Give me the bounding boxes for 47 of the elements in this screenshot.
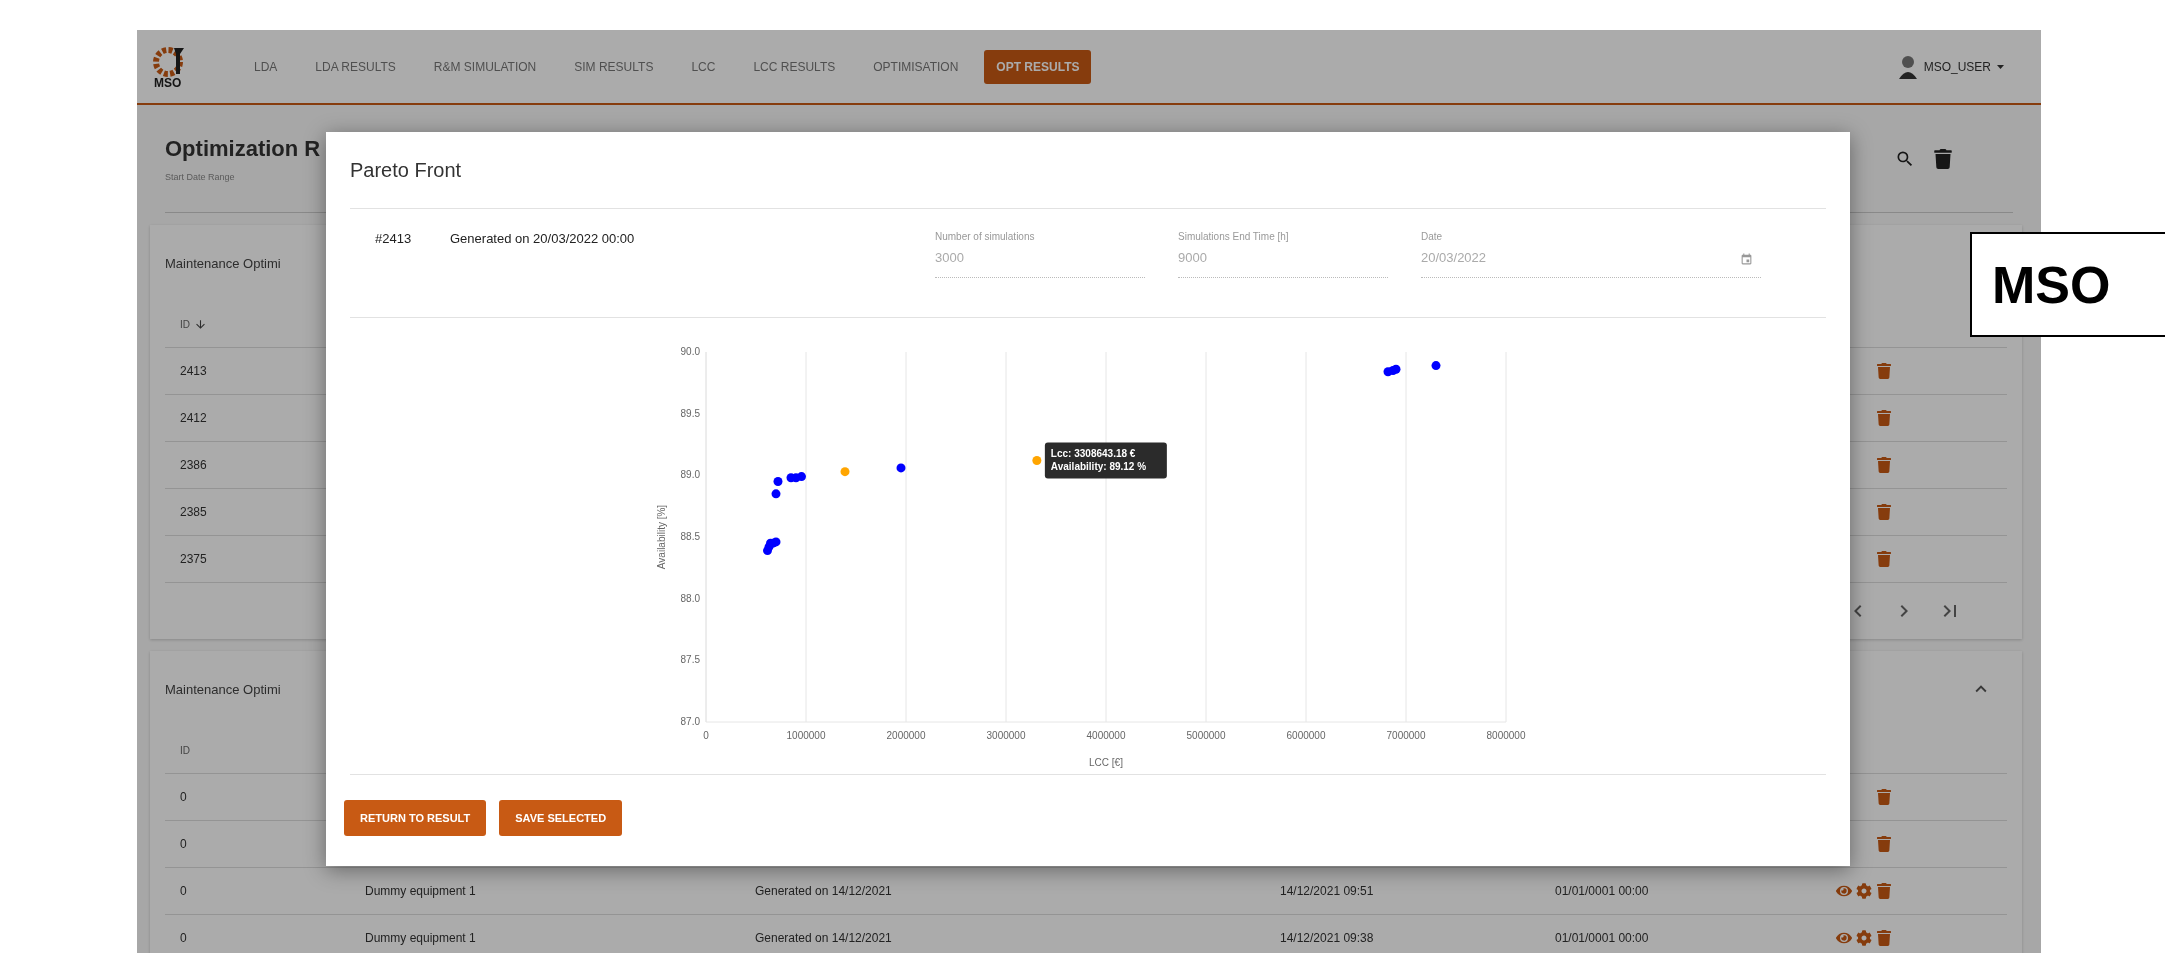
tick-label: 4000000 <box>1086 730 1126 741</box>
page-title: Optimization R <box>165 135 321 162</box>
table-cell-text: 01/01/0001 00:00 <box>1555 884 1650 898</box>
table-cell-text: 2413 <box>180 364 208 378</box>
tick-label: 89.0 <box>680 469 700 481</box>
tick-label: 87.0 <box>680 716 700 727</box>
card-title: Maintenance Optimi <box>165 255 281 271</box>
table-cell-text: 0 <box>180 931 188 945</box>
table-cell-text: 0 <box>180 837 188 851</box>
tick-label: 88.0 <box>680 592 700 604</box>
table-cell-text: 14/12/2021 09:51 <box>1280 884 1375 898</box>
table-cell-text: 0 <box>180 790 188 804</box>
table-cell-text: 2385 <box>180 505 208 519</box>
table-cell-text: Generated on 14/12/2021 <box>755 884 893 898</box>
table-cell-text: 2375 <box>180 552 208 566</box>
tick-label: 5000000 <box>1186 730 1226 741</box>
logo: MSO <box>150 43 190 90</box>
tick-label: 3000000 <box>986 730 1026 741</box>
table-cell-text: Dummy equipment 1 <box>365 884 477 898</box>
tick-label: 0 <box>703 730 709 741</box>
filter-label: Start Date Range <box>165 171 236 182</box>
table-cell-text: 2386 <box>180 458 208 472</box>
table-cell-text: 14/12/2021 09:38 <box>1280 931 1375 945</box>
tick-label: 7000000 <box>1386 730 1426 741</box>
tick-label: 2000000 <box>886 730 926 741</box>
generated-text: Generated on 20/03/2022 00:00 <box>450 231 636 248</box>
tick-label: 6000000 <box>1286 730 1326 741</box>
table-cell-text: 01/01/0001 00:00 <box>1555 931 1650 945</box>
dialog-title: Pareto Front <box>350 132 1826 209</box>
table-cell-text: Generated on 14/12/2021 <box>755 931 893 945</box>
column-label: ID <box>180 318 190 330</box>
axis-title: LCC [€] <box>1089 757 1123 768</box>
result-id: #2413 <box>375 231 413 248</box>
tooltip: Lcc: 3308643.18 € Availability: 89.12 % <box>1044 442 1167 479</box>
tick-label: 90.0 <box>680 346 700 357</box>
tick-label: 8000000 <box>1486 730 1526 741</box>
tick-label: 89.5 <box>680 407 700 419</box>
table-cell-text: 0 <box>180 884 188 898</box>
tick-label: 87.5 <box>680 654 700 666</box>
table-cell-text: 2412 <box>180 411 208 425</box>
axis-title: Availability [%] <box>656 504 667 570</box>
table-cell-text: Dummy equipment 1 <box>365 931 477 945</box>
column-label: ID <box>180 744 190 756</box>
tick-label: 1000000 <box>786 730 826 741</box>
caption-label: MSO <box>1970 232 2165 337</box>
tick-label: 88.5 <box>680 531 700 542</box>
card-title: Maintenance Optimi <box>165 681 281 697</box>
